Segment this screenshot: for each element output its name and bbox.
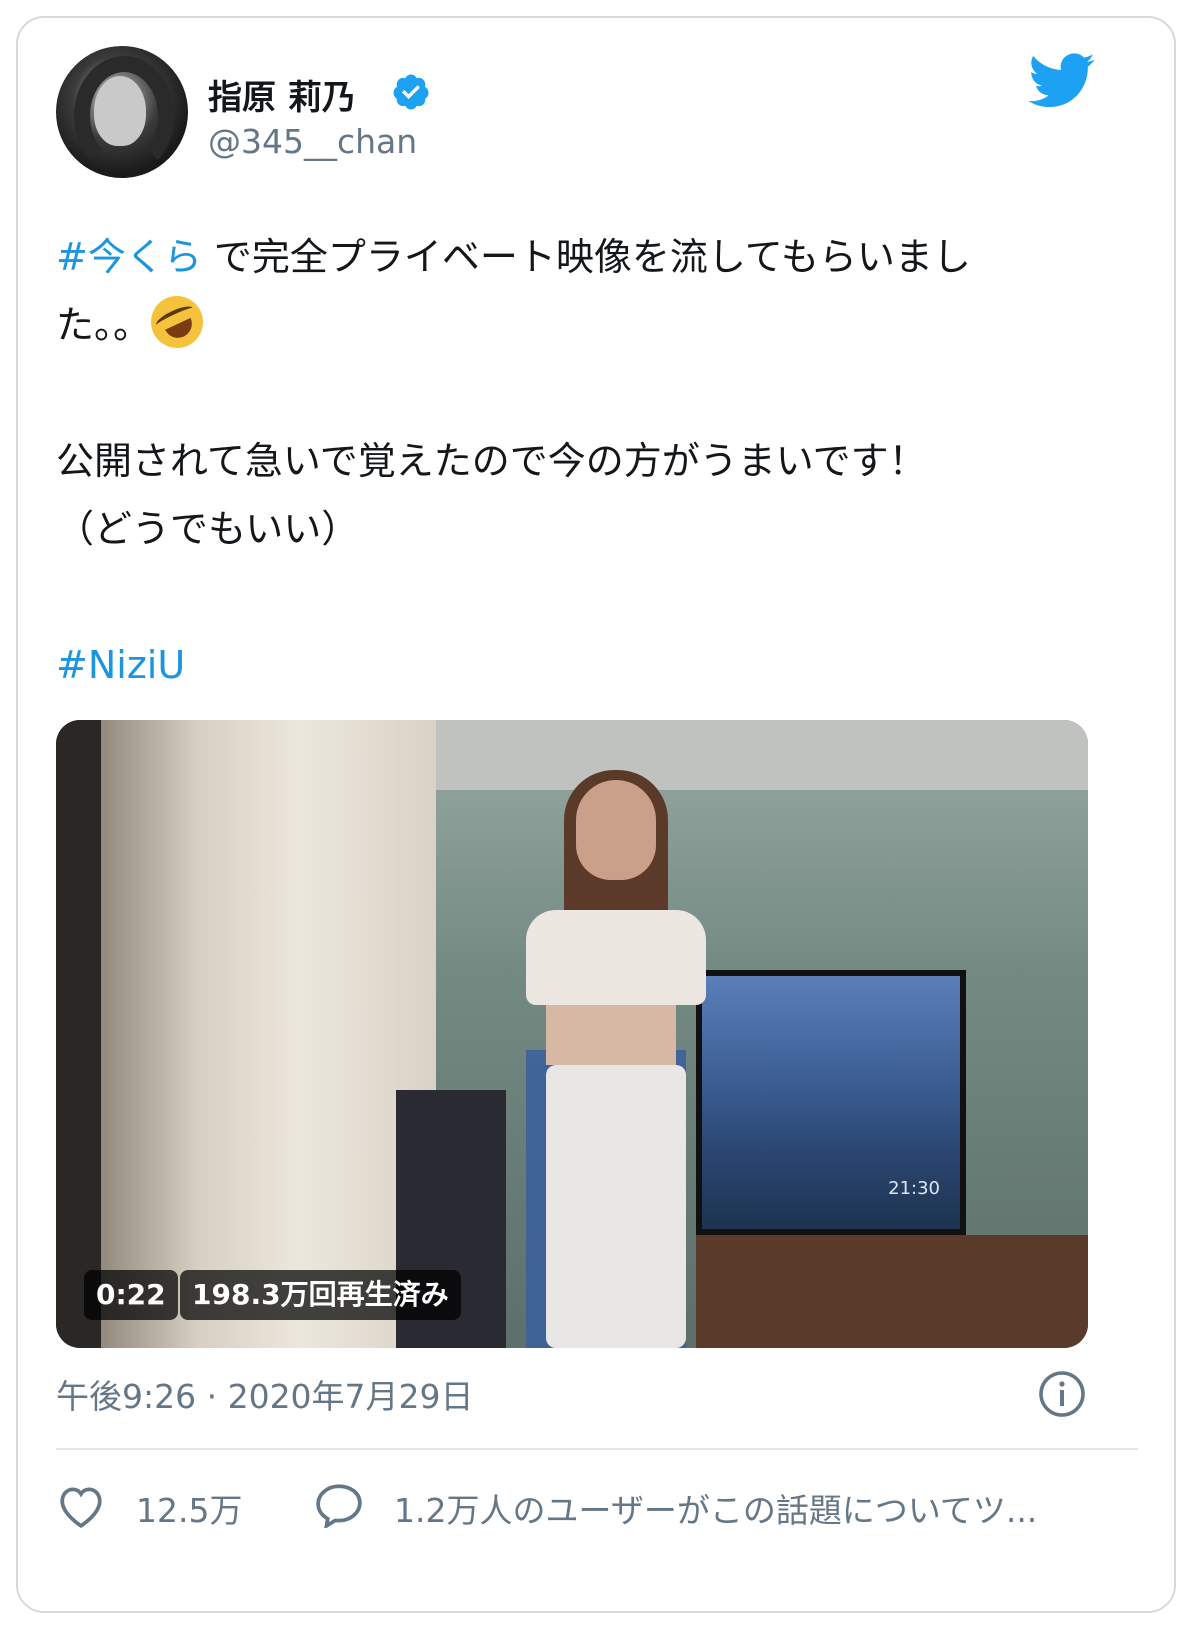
verified-badge-icon [393, 74, 429, 110]
avatar[interactable] [56, 46, 188, 178]
info-icon[interactable] [1038, 1370, 1086, 1418]
video-player[interactable]: 21:30 0:22 198.3万回再生済み [56, 720, 1088, 1348]
tv: 21:30 [696, 970, 966, 1235]
tweet-card: 指原 莉乃 @345__chan #今くら で完全プライベート映像を流してもらい… [16, 16, 1176, 1613]
video-duration: 0:22 [84, 1270, 178, 1320]
twitter-logo-icon[interactable] [1028, 53, 1096, 109]
tweet-line-4: （どうでもいい） [56, 507, 360, 551]
heart-icon[interactable] [56, 1483, 106, 1529]
hashtag-niziu[interactable]: #NiziU [56, 643, 185, 687]
topic-link[interactable]: 1.2万人のユーザーがこの話題についてツ... [394, 1484, 1037, 1532]
tweet-line-3: 公開されて急いで覚えたので今の方がうまいです！ [56, 439, 927, 483]
divider [56, 1448, 1138, 1450]
tweet-line-2: た。。 [56, 303, 152, 347]
video-views: 198.3万回再生済み [180, 1270, 461, 1320]
tweet-line-1: で完全プライベート映像を流してもらいまし [201, 235, 971, 279]
hashtag-imakura[interactable]: #今くら [56, 235, 202, 279]
author-handle[interactable]: @345__chan [208, 122, 417, 161]
like-count: 12.5万 [136, 1491, 243, 1530]
tv-clock: 21:30 [888, 1178, 940, 1199]
face-with-tears-of-joy-emoji [142, 287, 212, 357]
tweet-text: #今くら で完全プライベート映像を流してもらいまし た。。 公開されて急いで覚え… [56, 223, 1136, 699]
reply-icon[interactable] [314, 1482, 364, 1528]
author-name[interactable]: 指原 莉乃 [208, 70, 356, 119]
tweet-timestamp[interactable]: 午後9:26 · 2020年7月29日 [56, 1370, 474, 1418]
